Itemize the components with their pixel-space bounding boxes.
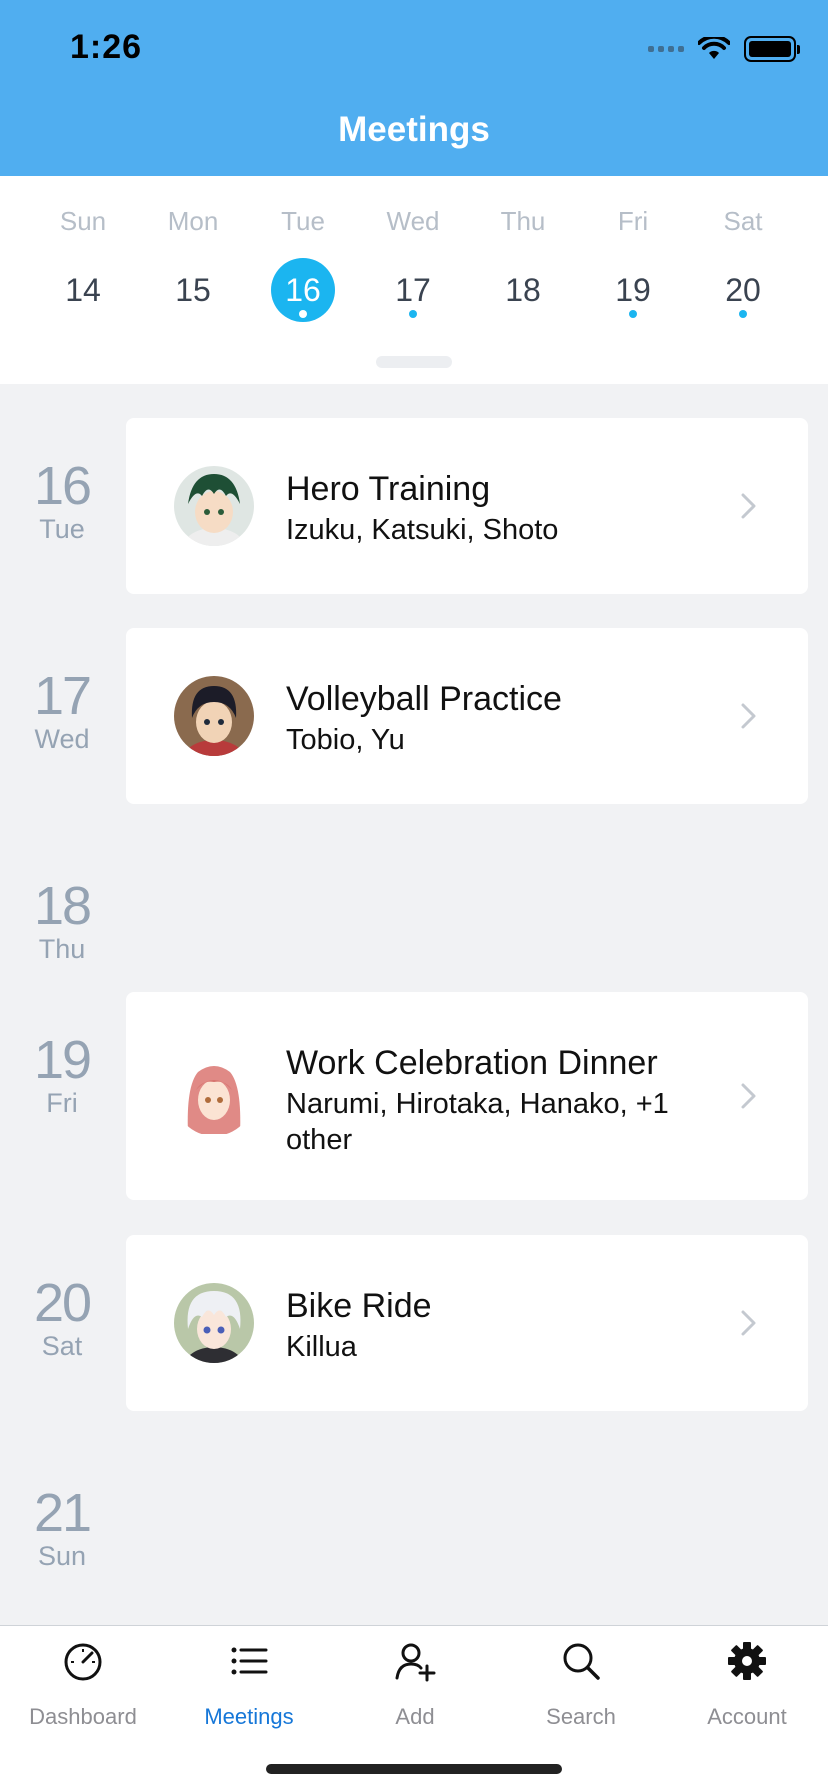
week-day-name: Sat <box>723 206 763 236</box>
meeting-title: Bike Ride <box>286 1287 432 1325</box>
week-day-wed[interactable]: Wed 17 <box>358 176 468 366</box>
week-day-fri[interactable]: Fri 19 <box>578 176 688 366</box>
header-bar: 1:26 Meetings <box>0 0 828 176</box>
week-day-number: 18 <box>505 272 541 308</box>
agenda-day-number: 20 <box>33 1273 92 1333</box>
week-day-name: Wed <box>386 206 440 236</box>
agenda-day-number: 19 <box>33 1030 92 1090</box>
meeting-dot <box>299 310 307 318</box>
week-day-tue[interactable]: Tue 16 <box>248 176 358 366</box>
battery-icon <box>744 36 800 62</box>
week-day-name: Sun <box>59 206 107 236</box>
week-day-sun[interactable]: Sun 14 <box>28 176 138 366</box>
meeting-attendees: Narumi, Hirotaka, Hanako, +1 other <box>286 1088 669 1156</box>
agenda-day-name: Thu <box>38 934 86 964</box>
week-day-name: Thu <box>500 206 546 236</box>
search-icon <box>563 1643 600 1680</box>
meeting-card[interactable]: Work Celebration Dinner Narumi, Hirotaka… <box>126 992 808 1200</box>
agenda-date-label: 19 Fri <box>0 1032 124 1118</box>
white-hair-avatar <box>174 1283 254 1363</box>
week-day-number: 14 <box>65 272 101 308</box>
gear-icon <box>728 1642 766 1680</box>
agenda-day-name: Tue <box>39 514 85 544</box>
tab-label: Account <box>707 1704 787 1729</box>
agenda-date-label: 21 Sun <box>0 1485 124 1571</box>
list-icon <box>231 1647 268 1675</box>
agenda-day-name: Sat <box>41 1331 83 1361</box>
agenda-day-number: 18 <box>33 876 92 936</box>
home-indicator <box>266 1764 562 1774</box>
week-day-number: 15 <box>175 272 211 308</box>
status-icons <box>648 34 800 64</box>
calendar-drag-handle[interactable] <box>376 356 452 368</box>
meeting-title: Volleyball Practice <box>286 680 562 718</box>
page-title: Meetings <box>338 110 490 149</box>
signal-icon <box>648 46 684 52</box>
meeting-dot <box>409 310 417 318</box>
agenda-date-label: 16 Tue <box>0 458 124 544</box>
chevron-right-icon <box>741 703 756 729</box>
tab-label: Dashboard <box>29 1704 137 1729</box>
meeting-attendees: Tobio, Yu <box>286 724 405 756</box>
week-day-name: Mon <box>167 206 219 236</box>
agenda-date-label: 18 Thu <box>0 878 124 964</box>
agenda-date-label: 17 Wed <box>0 668 124 754</box>
speedometer-icon <box>64 1643 102 1681</box>
week-day-sat[interactable]: Sat 20 <box>688 176 798 366</box>
tab-dashboard[interactable]: Dashboard <box>0 1626 166 1746</box>
tab-search[interactable]: Search <box>498 1626 664 1746</box>
status-time: 1:26 <box>70 28 143 66</box>
meeting-card[interactable]: Bike Ride Killua <box>126 1235 808 1411</box>
dark-hair-avatar <box>174 676 254 756</box>
week-calendar: Sun 14 Mon 15 Tue 16 Wed 17 Thu 18 Fri 1… <box>0 176 828 384</box>
tab-label: Meetings <box>204 1704 294 1729</box>
week-day-thu[interactable]: Thu 18 <box>468 176 578 366</box>
agenda-day-number: 17 <box>33 666 92 726</box>
agenda-day-name: Fri <box>46 1088 78 1118</box>
add-person-icon <box>395 1643 436 1682</box>
chevron-right-icon <box>741 1083 756 1109</box>
agenda-day-name: Sun <box>37 1541 87 1571</box>
week-day-name: Fri <box>617 206 649 236</box>
agenda-day-name: Wed <box>34 724 90 754</box>
agenda-date-label: 20 Sat <box>0 1275 124 1361</box>
green-hair-avatar <box>174 466 254 546</box>
week-day-mon[interactable]: Mon 15 <box>138 176 248 366</box>
meeting-dot <box>629 310 637 318</box>
chevron-right-icon <box>741 493 756 519</box>
tab-add[interactable]: Add <box>332 1626 498 1746</box>
chevron-right-icon <box>741 1310 756 1336</box>
meeting-card[interactable]: Volleyball Practice Tobio, Yu <box>126 628 808 804</box>
tab-account[interactable]: Account <box>664 1626 828 1746</box>
meeting-title: Hero Training <box>286 470 491 508</box>
week-day-name: Tue <box>281 206 325 236</box>
meeting-attendees: Izuku, Katsuki, Shoto <box>286 514 559 546</box>
pink-hair-avatar <box>174 1056 254 1136</box>
agenda-day-number: 16 <box>33 456 92 516</box>
tab-meetings[interactable]: Meetings <box>166 1626 332 1746</box>
meeting-attendees: Killua <box>286 1331 357 1363</box>
tab-label: Add <box>395 1704 435 1729</box>
agenda-day-number: 21 <box>33 1483 92 1543</box>
meeting-dot <box>739 310 747 318</box>
meeting-card[interactable]: Hero Training Izuku, Katsuki, Shoto <box>126 418 808 594</box>
tab-label: Search <box>546 1704 616 1729</box>
wifi-icon <box>698 37 730 59</box>
meeting-title: Work Celebration Dinner <box>286 1044 658 1082</box>
